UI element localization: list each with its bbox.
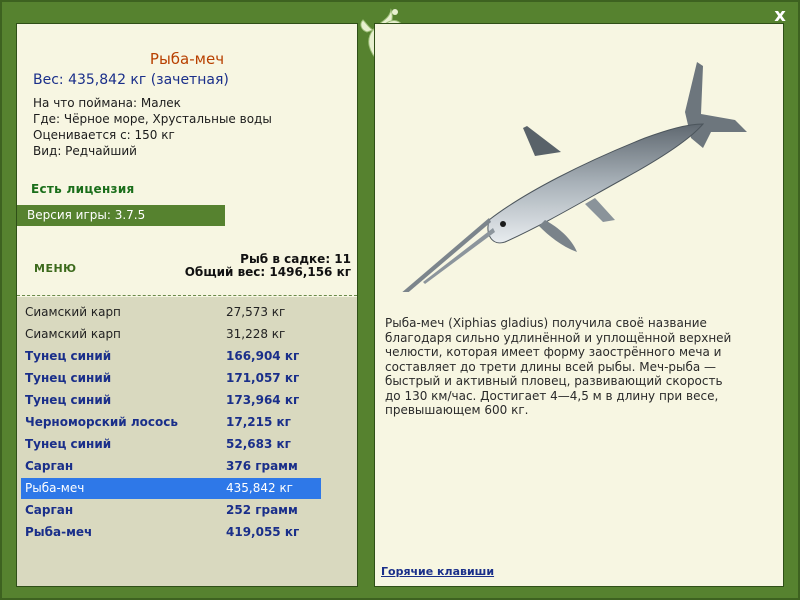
catch-name: Сарган: [25, 503, 74, 517]
catch-name: Рыба-меч: [25, 481, 85, 495]
fish-location: Где: Чёрное море, Хрустальные воды: [33, 112, 272, 126]
license-status: Есть лицензия: [31, 182, 135, 196]
fish-weight: Вес: 435,842 кг (зачетная): [33, 72, 229, 88]
catch-name: Черноморский лосось: [25, 415, 178, 429]
catch-name: Сарган: [25, 459, 74, 473]
catch-weight: 252 грамм: [226, 503, 298, 517]
game-window: x Рыба-меч Вес: 435,842 кг (зачетная) На…: [0, 0, 800, 600]
fish-detail-panel: Рыба-меч (Xiphias gladius) получила своё…: [374, 23, 784, 587]
catch-weight: 52,683 кг: [226, 437, 291, 451]
catch-name: Тунец синий: [25, 393, 112, 407]
catch-name: Рыба-меч: [25, 525, 93, 539]
catch-row-selected[interactable]: Рыба-меч 435,842 кг: [21, 478, 321, 499]
catch-weight: 435,842 кг: [226, 481, 293, 495]
catch-name: Сиамский карп: [25, 327, 121, 341]
catch-name: Тунец синий: [25, 371, 112, 385]
catch-weight: 173,964 кг: [226, 393, 300, 407]
catch-row[interactable]: Рыба-меч 419,055 кг: [21, 522, 321, 543]
catch-name: Сиамский карп: [25, 305, 121, 319]
fish-rarity: Вид: Редчайший: [33, 144, 137, 158]
game-version: Версия игры: 3.7.5: [17, 205, 225, 226]
catch-name: Тунец синий: [25, 437, 112, 451]
catch-weight: 171,057 кг: [226, 371, 300, 385]
catch-weight: 376 грамм: [226, 459, 298, 473]
fish-bait: На что поймана: Малек: [33, 96, 181, 110]
menu-button[interactable]: МЕНЮ: [34, 262, 77, 275]
catch-row[interactable]: Сарган 376 грамм: [21, 456, 321, 477]
fish-title: Рыба-меч: [149, 50, 225, 68]
catch-weight: 17,215 кг: [226, 415, 291, 429]
catch-weight: 419,055 кг: [226, 525, 300, 539]
keep-stats: Рыб в садке: 11 Общий вес: 1496,156 кг: [185, 253, 351, 279]
catch-row[interactable]: Черноморский лосось 17,215 кг: [21, 412, 321, 433]
swordfish-image: [402, 62, 747, 292]
fish-min-weight: Оценивается с: 150 кг: [33, 128, 175, 142]
catch-weight: 27,573 кг: [226, 305, 286, 319]
catch-row[interactable]: Тунец синий 171,057 кг: [21, 368, 321, 389]
catch-row[interactable]: Сиамский карп 27,573 кг: [21, 302, 321, 323]
catch-weight: 166,904 кг: [226, 349, 300, 363]
divider: [17, 295, 357, 296]
fish-info-panel: Рыба-меч Вес: 435,842 кг (зачетная) На ч…: [16, 23, 358, 587]
hotkeys-link[interactable]: Горячие клавиши: [381, 565, 494, 578]
catch-row[interactable]: Тунец синий 173,964 кг: [21, 390, 321, 411]
catch-list[interactable]: Сиамский карп 27,573 кг Сиамский карп 31,22…: [17, 297, 357, 586]
catch-name: Тунец синий: [25, 349, 112, 363]
fish-description: Рыба-меч (Xiphias gladius) получила своё…: [385, 316, 732, 417]
catch-row[interactable]: Тунец синий 52,683 кг: [21, 434, 321, 455]
keep-total-weight: Общий вес: 1496,156 кг: [184, 265, 351, 279]
catch-row[interactable]: Тунец синий 166,904 кг: [21, 346, 321, 367]
catch-row[interactable]: Сарган 252 грамм: [21, 500, 321, 521]
catch-weight: 31,228 кг: [226, 327, 286, 341]
catch-row[interactable]: Сиамский карп 31,228 кг: [21, 324, 321, 345]
